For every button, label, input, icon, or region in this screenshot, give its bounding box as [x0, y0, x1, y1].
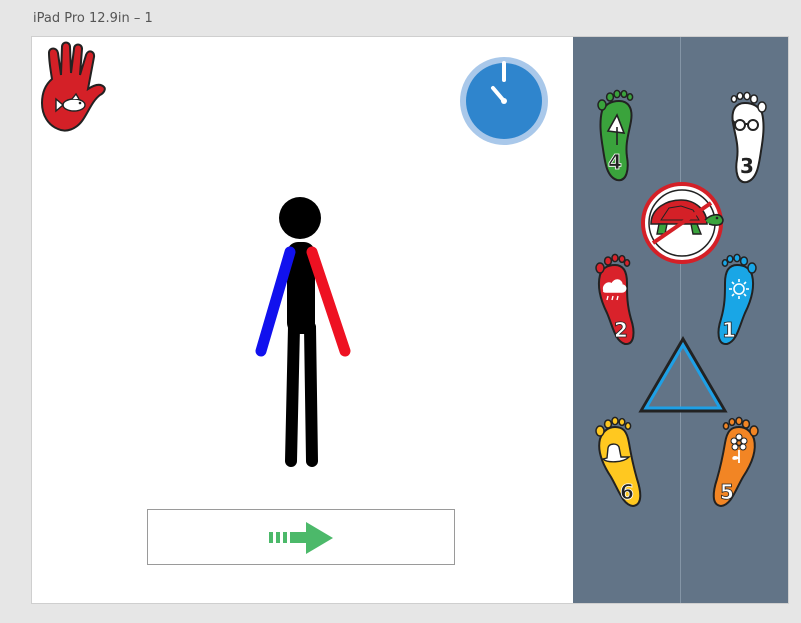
- foot-number-2: 2: [614, 318, 628, 342]
- right-arm: [306, 246, 351, 357]
- foot-number-5: 5: [720, 480, 734, 504]
- stick-figure: [255, 197, 351, 467]
- foot-button-6[interactable]: 6: [593, 413, 643, 509]
- foot-button-5[interactable]: 5: [711, 413, 761, 509]
- arrow-right-icon: [269, 522, 333, 554]
- panel-divider: [680, 37, 681, 603]
- timer-icon[interactable]: [459, 56, 549, 146]
- foot-button-1[interactable]: 1: [713, 251, 759, 347]
- next-button[interactable]: [147, 509, 455, 565]
- foot-number-3: 3: [740, 154, 754, 178]
- artboard-title: iPad Pro 12.9in – 1: [33, 11, 153, 26]
- foot-number-6: 6: [620, 480, 634, 504]
- foot-button-2[interactable]: 2: [593, 251, 639, 347]
- triangle-icon[interactable]: [637, 335, 729, 415]
- foot-number-4: 4: [608, 150, 622, 174]
- ipad-artboard: 4 3 2 1 6 5: [31, 36, 789, 604]
- foot-button-3[interactable]: 3: [725, 89, 769, 185]
- left-arm: [255, 246, 296, 357]
- foot-button-4[interactable]: 4: [595, 87, 639, 183]
- hand-fish-icon[interactable]: [36, 41, 108, 133]
- foot-panel: 4 3 2 1 6 5: [573, 37, 788, 603]
